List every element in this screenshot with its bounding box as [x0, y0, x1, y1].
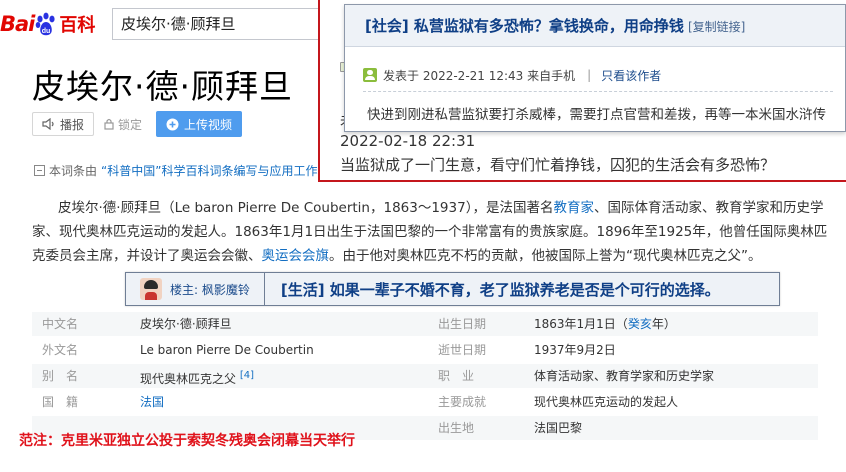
info-row-occupation: 职 业 体育活动家、教育学家和历史学家 [428, 364, 818, 388]
view-author-only-link[interactable]: 只看该作者 [601, 67, 661, 84]
info-row-alias: 别 名 现代奥林匹克之父 [4] [32, 364, 332, 388]
lock-icon [104, 118, 114, 130]
thread-op-label[interactable]: 楼主: 枫影魔铃 [170, 281, 250, 298]
info-value: 法国巴黎 [534, 421, 583, 435]
summary-text-1: 皮埃尔·德·顾拜旦（Le baron Pierre De Coubertin，1… [58, 200, 554, 216]
lock-label: 锁定 [118, 117, 143, 132]
info-key: 中文名 [42, 317, 79, 331]
meta-separator: | [587, 68, 592, 82]
info-value-wrap: 现代奥林匹克之父 [4] [140, 364, 254, 391]
speaker-icon [42, 118, 54, 130]
info-value: 体育活动家、教育学家和历史学家 [534, 369, 715, 383]
info-key: 主要成就 [438, 395, 487, 409]
quote-text: 当监狱成了一门生意，看守们忙着挣钱，囚犯的生活会有多恐怖？ [340, 156, 776, 174]
info-row-achievement: 主要成就 现代奥林匹克运动的发起人 [428, 390, 818, 414]
document-icon [34, 165, 45, 176]
info-key: 逝世日期 [438, 343, 487, 357]
post-title[interactable]: [社会] 私营监狱有多恐怖？拿钱换命，用命挣钱 [365, 17, 684, 35]
quote-timestamp: 2022-02-18 22:31 [340, 132, 476, 150]
play-button[interactable]: 播报 [32, 112, 94, 136]
info-row-death-date: 逝世日期 1937年9月2日 [428, 338, 818, 362]
baidu-baike-logo[interactable]: Bai du 百科 [0, 8, 95, 40]
info-value: 皮埃尔·德·顾拜旦 [140, 317, 232, 331]
upload-label: 上传视频 [184, 117, 233, 132]
post-title-wrap: [社会] 私营监狱有多恐怖？拿钱换命，用命挣钱 [复制链接] [365, 15, 745, 36]
forum-thread-bar[interactable]: 楼主: 枫影魔铃 [生活] 如果一辈子不婚不育，老了监狱养老是否是个可行的选择。 [125, 272, 780, 306]
post-header: [社会] 私营监狱有多恐怖？拿钱换命，用命挣钱 [复制链接] [345, 5, 845, 47]
info-value-wrap: 1863年1月1日（癸亥年） [534, 312, 676, 336]
post-body: 快进到刚进私营监狱要打杀威棒，需要打点官营和差拨，再等一本米国水浒传 [367, 107, 826, 123]
info-value-suffix: 年） [651, 317, 676, 331]
thread-title[interactable]: [生活] 如果一辈子不婚不育，老了监狱养老是否是个可行的选择。 [281, 279, 720, 300]
search-input[interactable]: 皮埃尔·德·顾拜旦 [112, 8, 326, 40]
lock-button[interactable]: 锁定 [104, 116, 142, 133]
info-row-birth-date: 出生日期 1863年1月1日（癸亥年） [428, 312, 818, 336]
info-value: 现代奥林匹克之父 [140, 372, 237, 386]
notice-link[interactable]: “科普中国”科学百科词条编写与应用工作项 [101, 162, 329, 179]
info-key: 职 业 [438, 369, 475, 383]
entry-notice: 本词条由 “科普中国”科学百科词条编写与应用工作项 [34, 162, 329, 179]
info-value: 1863年1月1日（ [534, 317, 628, 331]
info-value-link[interactable]: 法国 [140, 390, 164, 414]
info-key: 别 名 [42, 369, 79, 383]
user-icon [363, 68, 377, 82]
info-value: 现代奥林匹克运动的发起人 [534, 395, 679, 409]
entry-summary: 皮埃尔·德·顾拜旦（Le baron Pierre De Coubertin，1… [32, 196, 832, 268]
divider [263, 272, 265, 306]
annotation-text: 范注：克里米亚独立公投于索契冬残奥会闭幕当天举行 [19, 433, 355, 449]
divider [363, 91, 833, 92]
info-value: 1937年9月2日 [534, 343, 616, 357]
post-meta: 发表于 2022-2-21 12:43 来自手机 | 只看该作者 [363, 65, 661, 85]
post-meta-posted: 发表于 2022-2-21 12:43 来自手机 [383, 68, 576, 83]
info-value: Le baron Pierre De Coubertin [140, 343, 314, 357]
play-label: 播报 [59, 117, 84, 132]
info-key: 出生日期 [438, 317, 487, 331]
info-ref[interactable]: [4] [240, 370, 254, 381]
logo-bai: Bai [0, 12, 35, 36]
upload-video-button[interactable]: 上传视频 [156, 111, 243, 137]
entry-actions: 播报 锁定 上传视频 [32, 111, 243, 137]
summary-link-educator[interactable]: 教育家 [553, 200, 594, 216]
avatar [140, 278, 162, 300]
page-title: 皮埃尔·德·顾拜旦 [32, 67, 293, 106]
logo-baike: 百科 [59, 15, 96, 36]
info-key: 国 籍 [42, 395, 79, 409]
info-key: 外文名 [42, 343, 79, 357]
summary-text-3: 。由于他对奥林匹克不朽的贡献，他被国际上誉为“现代奥林匹克之父”。 [329, 248, 762, 264]
info-key: 出生地 [438, 421, 475, 435]
svg-text:du: du [42, 28, 51, 35]
notice-prefix: 本词条由 [49, 164, 98, 178]
forum-post-card: [社会] 私营监狱有多恐怖？拿钱换命，用命挣钱 [复制链接] 发表于 2022-2… [344, 4, 846, 132]
summary-link-olympic-flag[interactable]: 奥运会会旗 [262, 248, 330, 264]
copy-link-button[interactable]: [复制链接] [688, 20, 745, 34]
paw-icon: du [36, 12, 55, 36]
info-value-link[interactable]: 癸亥 [628, 317, 652, 331]
plus-circle-icon [166, 118, 179, 130]
info-row-birthplace: 出生地 法国巴黎 [428, 416, 818, 440]
